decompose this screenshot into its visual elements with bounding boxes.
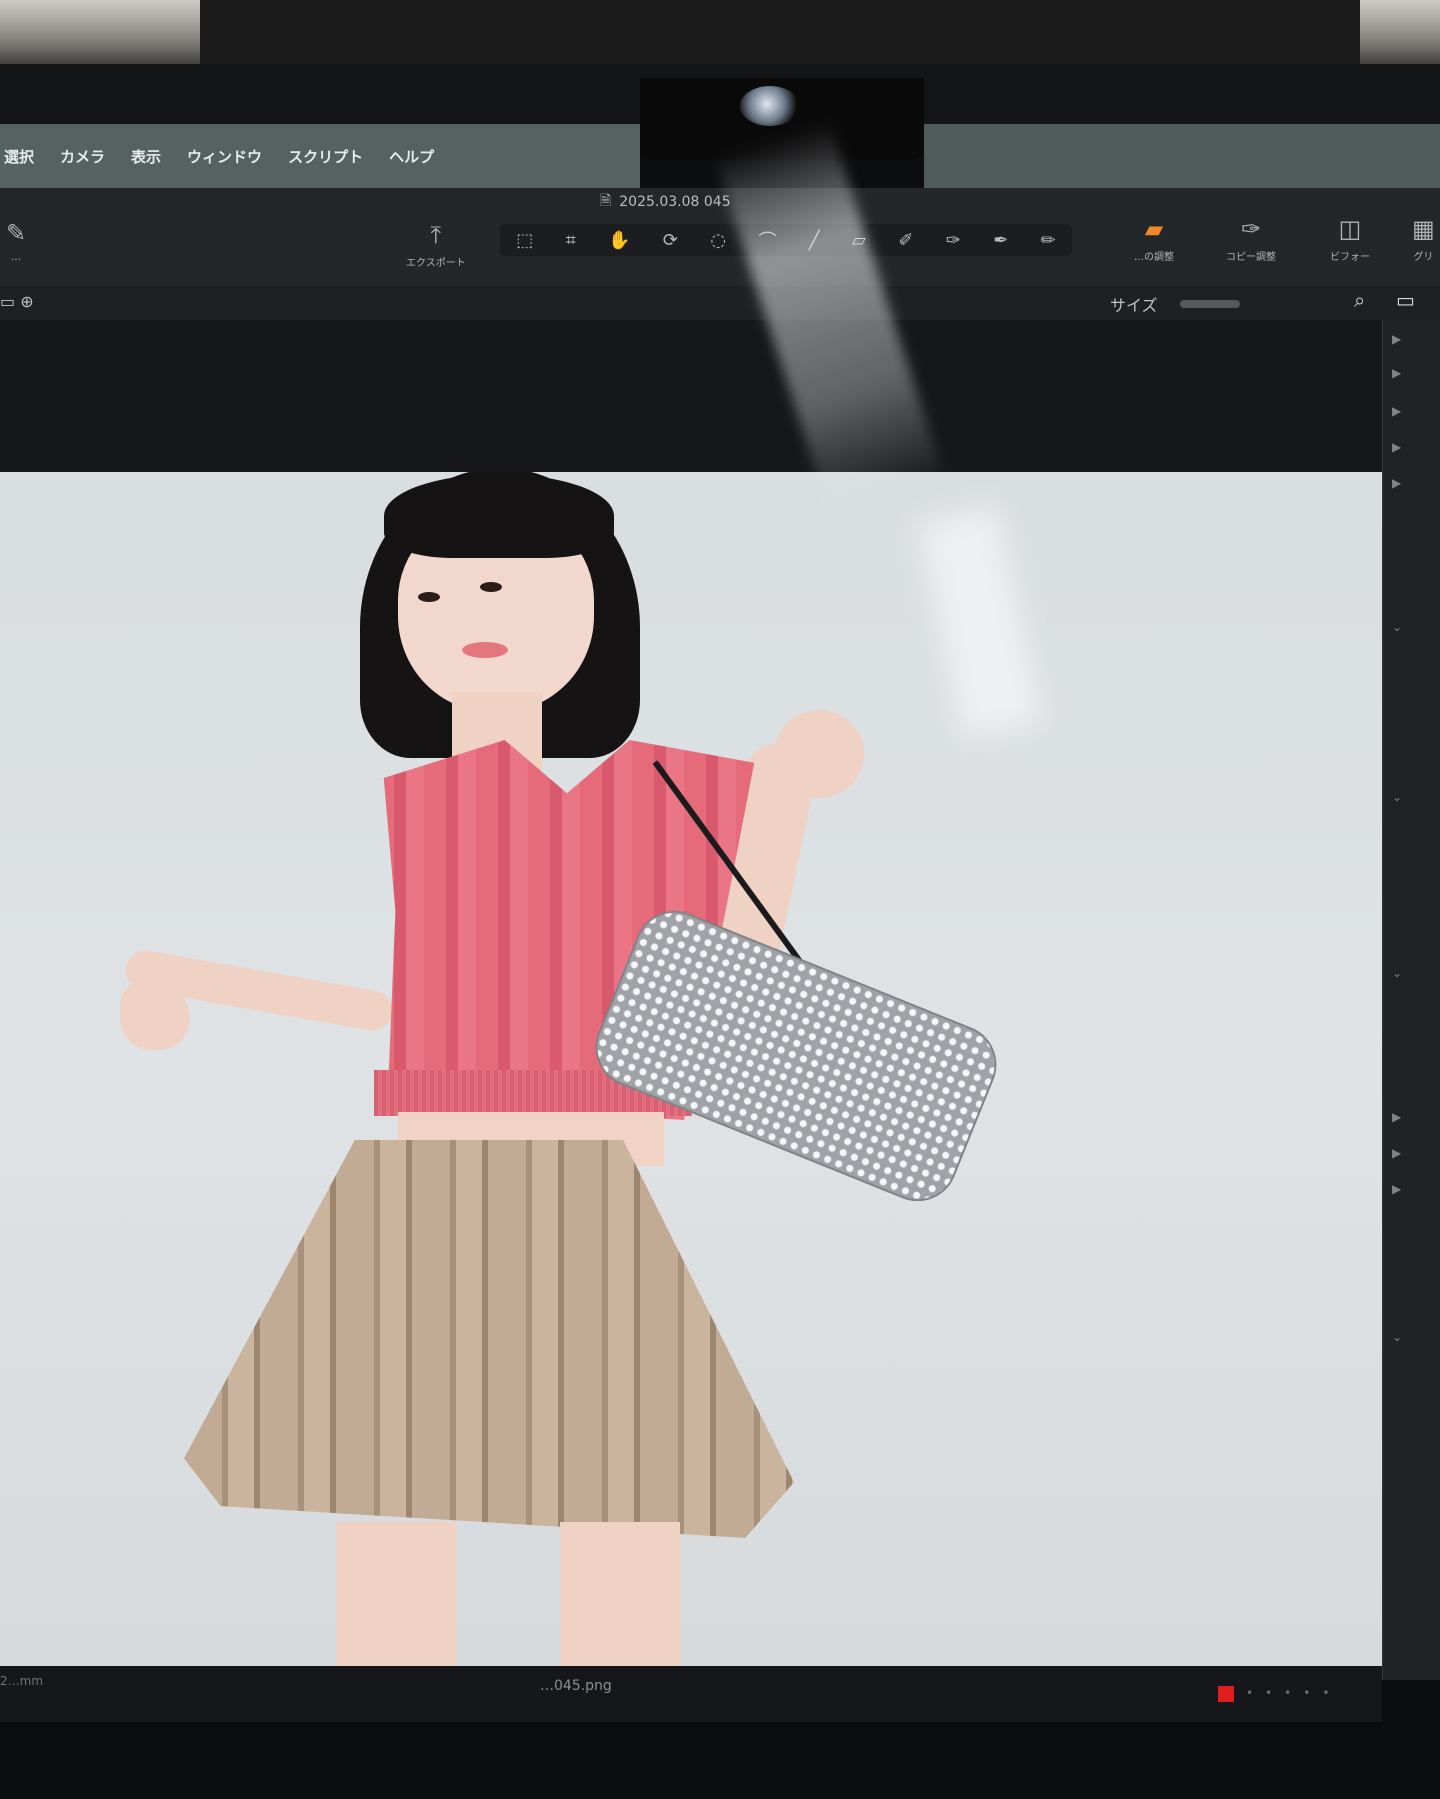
- status-red-indicator[interactable]: [1218, 1686, 1234, 1702]
- square-stack-icon: ▰: [1144, 215, 1164, 243]
- workspace-background: [0, 320, 1382, 472]
- search-icon[interactable]: ⌕: [1354, 288, 1365, 312]
- hand-tool-icon[interactable]: ✋: [608, 230, 630, 251]
- menu-item-view[interactable]: 表示: [131, 146, 161, 167]
- panel-item-chevron-icon[interactable]: ▶: [1392, 440, 1401, 454]
- export-label: エクスポート: [406, 258, 466, 269]
- webcam-lens: [740, 86, 800, 126]
- viewer-icon: ◫: [1338, 215, 1362, 243]
- layout-toggle-icon[interactable]: ▭ ⊕: [0, 292, 34, 311]
- size-slider[interactable]: [1180, 300, 1240, 308]
- eyedropper-icon: ✑: [1240, 215, 1262, 243]
- panel-item-chevron-icon[interactable]: ▶: [1392, 476, 1401, 490]
- panel-item-chevron-icon[interactable]: ▶: [1392, 332, 1401, 346]
- panel-item-chevron-icon[interactable]: ⌄: [1392, 966, 1402, 980]
- panel-item-chevron-icon[interactable]: ⌄: [1392, 790, 1402, 804]
- brush-icon: ✎: [6, 219, 27, 247]
- screen-glare: [918, 506, 1042, 738]
- export-icon: ⤒: [430, 221, 442, 249]
- panel-item-chevron-icon[interactable]: ▶: [1392, 1110, 1401, 1124]
- right-panel: [1382, 320, 1440, 1680]
- model-hand-right: [774, 710, 864, 798]
- model-leg-right: [560, 1522, 680, 1666]
- menu-item-window[interactable]: ウィンドウ: [187, 146, 262, 167]
- document-icon: 🗎: [600, 193, 612, 209]
- dodge-tool-icon[interactable]: ✐: [898, 230, 913, 251]
- menu-item-select[interactable]: 選択: [4, 146, 34, 167]
- export-button[interactable]: ⤒ エクスポート: [406, 222, 466, 269]
- document-title: 🗎 2025.03.08 045: [600, 190, 731, 214]
- panel-item-chevron-icon[interactable]: ▶: [1392, 1146, 1401, 1160]
- room-background: [0, 0, 1440, 72]
- left-tool-button[interactable]: ✎ …: [6, 220, 26, 263]
- model-bangs: [384, 474, 614, 558]
- model-lips: [462, 642, 508, 658]
- marker-tool-icon[interactable]: ✏: [1041, 230, 1056, 251]
- status-filename: …045.png: [540, 1678, 612, 1694]
- lasso-tool-icon[interactable]: ◌: [710, 230, 726, 251]
- grid-button[interactable]: ▦ グリ: [1412, 216, 1435, 263]
- model-leg-left: [336, 1522, 456, 1666]
- panel-item-chevron-icon[interactable]: ⌄: [1392, 620, 1402, 634]
- copy-adjust-button[interactable]: ✑ コピー調整: [1226, 216, 1276, 263]
- picker-tool-icon[interactable]: ✑: [946, 230, 961, 251]
- before-button[interactable]: ◫ ビフォー: [1330, 216, 1370, 263]
- grid-label: グリ: [1413, 252, 1434, 263]
- adjust-label: …の調整: [1134, 252, 1174, 263]
- model-eye-right: [480, 582, 502, 592]
- crop-tool-icon[interactable]: ⌗: [566, 230, 576, 251]
- document-title-text: 2025.03.08 045: [619, 194, 731, 210]
- panel-item-chevron-icon[interactable]: ⌄: [1392, 1330, 1402, 1344]
- menu-bar-right: [924, 124, 1440, 188]
- monitor-bezel-bottom: [0, 1722, 1440, 1799]
- menu-item-script[interactable]: スクリプト: [288, 146, 363, 167]
- status-bar: [0, 1666, 1382, 1722]
- rotate-tool-icon[interactable]: ⟳: [663, 230, 678, 251]
- panel-item-chevron-icon[interactable]: ▶: [1392, 404, 1401, 418]
- folder-icon[interactable]: ▭: [1396, 288, 1415, 312]
- menu-bar: 選択 カメラ 表示 ウィンドウ スクリプト ヘルプ: [0, 124, 640, 188]
- status-left-text: 2…mm: [0, 1674, 44, 1688]
- panel-item-chevron-icon[interactable]: ▶: [1392, 366, 1401, 380]
- size-label: サイズ: [1110, 296, 1158, 315]
- left-tool-label: …: [11, 252, 22, 263]
- grid-icon: ▦: [1412, 215, 1435, 243]
- select-tool-icon[interactable]: ⬚: [516, 230, 533, 251]
- pleated-skirt: [184, 1140, 794, 1538]
- menu-item-help[interactable]: ヘルプ: [389, 146, 434, 167]
- photo-canvas[interactable]: [0, 472, 1382, 1666]
- menu-item-camera[interactable]: カメラ: [60, 146, 105, 167]
- rhinestone-bag: [583, 898, 1009, 1214]
- adjust-button[interactable]: ▰ …の調整: [1134, 216, 1174, 263]
- status-dots: •••••: [1246, 1686, 1342, 1700]
- copy-adjust-label: コピー調整: [1226, 252, 1276, 263]
- panel-item-chevron-icon[interactable]: ▶: [1392, 1182, 1401, 1196]
- pen-tool-icon[interactable]: ✒: [993, 230, 1008, 251]
- before-label: ビフォー: [1330, 252, 1370, 263]
- model-eye-left: [418, 592, 440, 602]
